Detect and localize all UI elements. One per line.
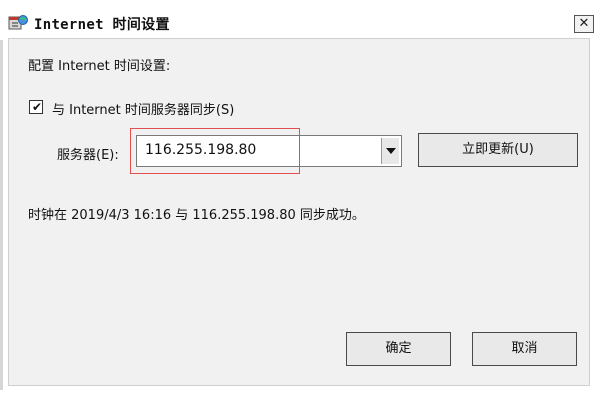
sync-status-text: 时钟在 2019/4/3 16:16 与 116.255.198.80 同步成功… [28,208,365,223]
chevron-down-icon [386,148,396,154]
update-now-button[interactable]: 立即更新(U) [418,133,578,167]
sync-checkbox[interactable]: ✔ [29,100,43,114]
configure-label: 配置 Internet 时间设置: [28,59,171,74]
background-edge [0,40,3,390]
datetime-globe-icon [8,13,28,33]
server-dropdown-button[interactable] [381,138,399,164]
close-icon: ✕ [578,16,590,31]
ok-button[interactable]: 确定 [346,332,451,366]
window-title: Internet 时间设置 [34,17,170,33]
server-highlight-box [130,128,300,174]
server-label: 服务器(E): [57,148,119,163]
close-button[interactable]: ✕ [574,15,594,33]
cancel-button[interactable]: 取消 [472,332,577,366]
title-bar: Internet 时间设置 ✕ [6,8,594,38]
check-icon: ✔ [32,100,43,114]
sync-checkbox-label[interactable]: 与 Internet 时间服务器同步(S) [52,99,234,118]
